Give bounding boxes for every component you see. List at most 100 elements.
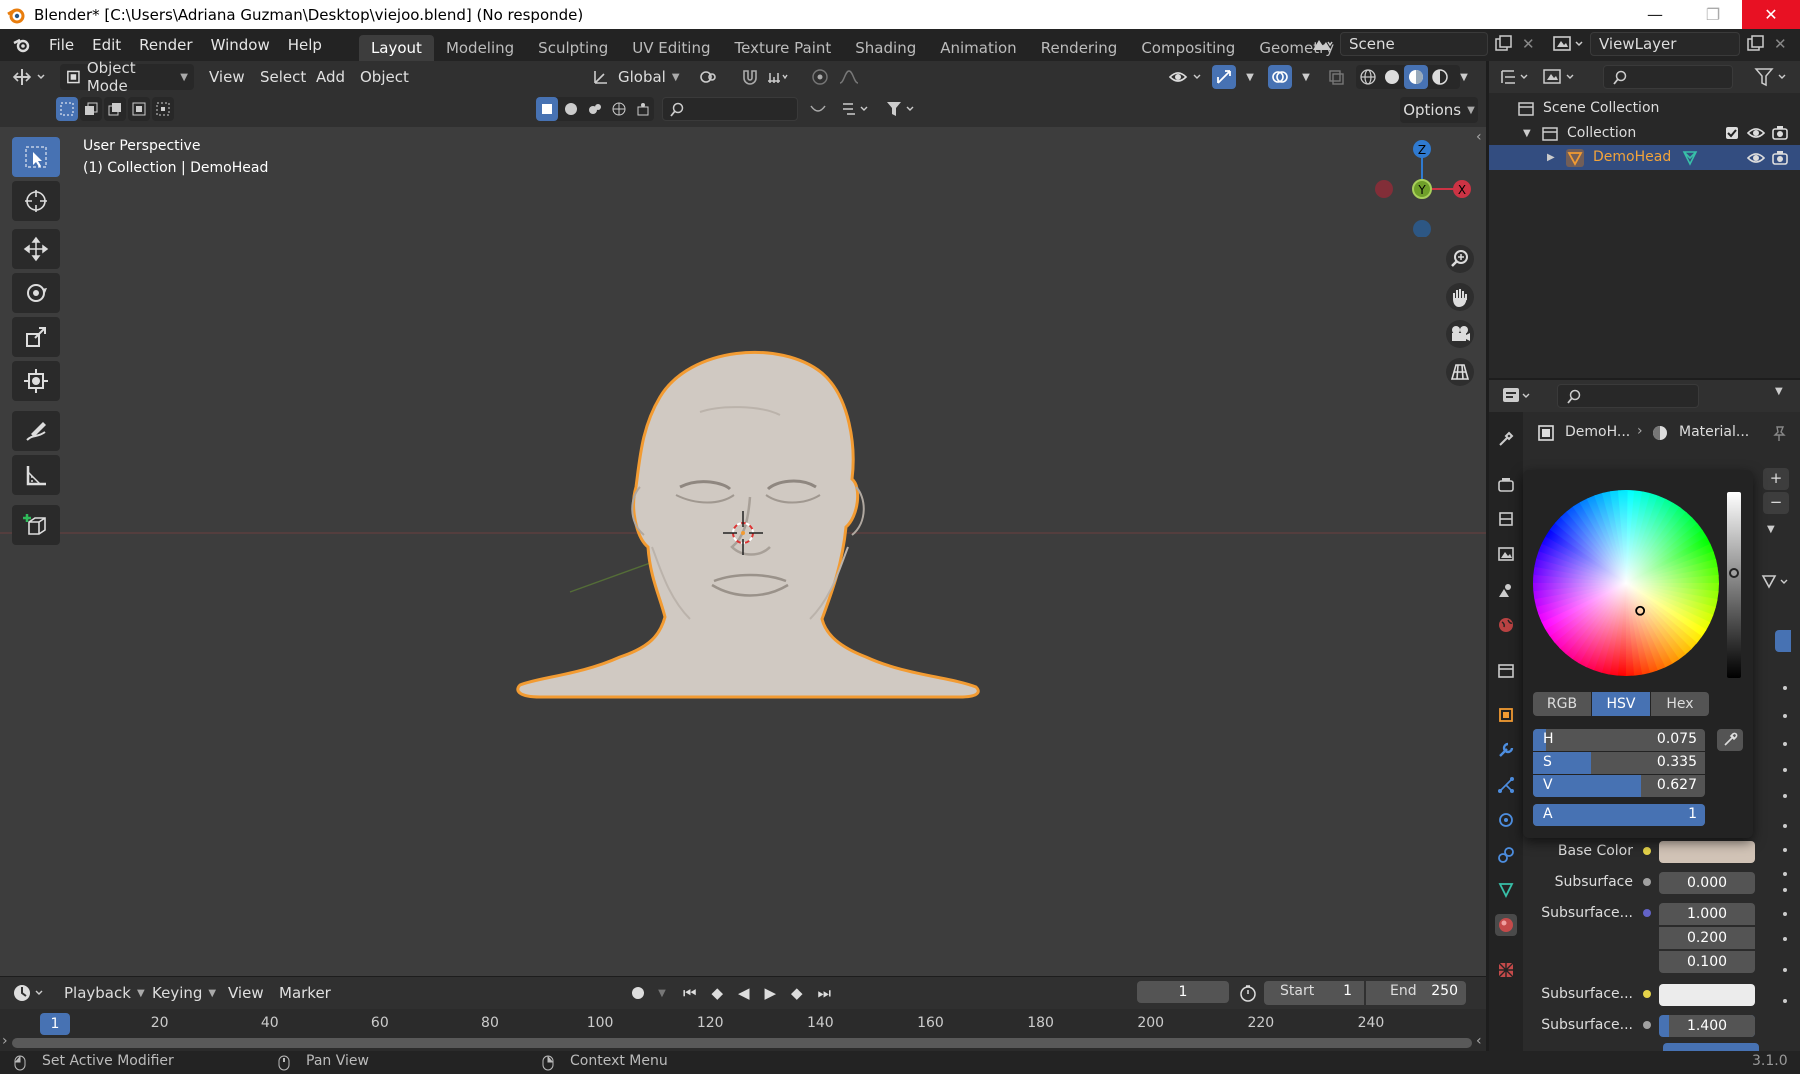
- wireframe-shading-icon[interactable]: [1356, 65, 1380, 89]
- shading-dropdown-icon[interactable]: ▼: [1452, 65, 1476, 89]
- outliner-row-scene-collection[interactable]: Scene Collection: [1489, 96, 1800, 121]
- auto-keying-icon[interactable]: [626, 981, 650, 1005]
- eye-icon[interactable]: [1747, 151, 1765, 165]
- subsurface-radius-z-field[interactable]: 0.100: [1659, 951, 1755, 973]
- camera-render-icon[interactable]: [1771, 125, 1789, 141]
- annotate-tool[interactable]: [12, 411, 60, 451]
- subsurface-field[interactable]: 0.000: [1659, 872, 1755, 894]
- proportional-editing-icon[interactable]: [808, 65, 832, 89]
- minimize-button[interactable]: —: [1626, 0, 1684, 29]
- editor-type-icon[interactable]: [10, 65, 52, 89]
- physics-tab-icon[interactable]: [1495, 809, 1517, 831]
- mode-dropdown[interactable]: Object Mode ▼: [60, 59, 194, 95]
- cursor-tool[interactable]: [12, 181, 60, 221]
- hex-mode-tab[interactable]: Hex: [1651, 692, 1709, 716]
- tab-animation[interactable]: Animation: [928, 35, 1028, 61]
- tab-uv-editing[interactable]: UV Editing: [620, 35, 722, 61]
- play-reverse-icon[interactable]: ◀: [738, 984, 750, 1002]
- select-box-tool[interactable]: [12, 137, 60, 177]
- view-layer-icon[interactable]: [1552, 34, 1588, 56]
- modifier-wrench-icon[interactable]: [1495, 739, 1517, 761]
- restore-button[interactable]: ❐: [1684, 0, 1742, 29]
- node-link-icon[interactable]: [1761, 572, 1791, 592]
- view-layer-tab-icon[interactable]: [1495, 543, 1517, 565]
- outliner-editor-type-icon[interactable]: [1499, 65, 1535, 89]
- new-view-layer-icon[interactable]: [1746, 35, 1766, 57]
- pin-icon[interactable]: [1771, 425, 1787, 441]
- tab-compositing[interactable]: Compositing: [1129, 35, 1247, 61]
- vector-socket-icon[interactable]: [1643, 909, 1651, 917]
- subsurface-radius-y-field[interactable]: 0.200: [1659, 927, 1755, 949]
- timeline-sidebar-toggle-icon[interactable]: ‹: [1476, 1033, 1482, 1049]
- view-layer-field[interactable]: ViewLayer: [1590, 32, 1740, 56]
- timeline-ruler[interactable]: 1 20 40 60 80 100 120 140 160 180 200 220 240 ‹ ›: [0, 1009, 1486, 1051]
- color-socket-icon[interactable]: [1643, 990, 1651, 998]
- exclude-checkbox-icon[interactable]: [1725, 126, 1739, 140]
- tab-modeling[interactable]: Modeling: [434, 35, 526, 61]
- properties-options-chevron-icon[interactable]: ▼: [1775, 386, 1783, 397]
- delete-view-layer-icon[interactable]: ✕: [1774, 35, 1787, 53]
- falloff-icon[interactable]: [838, 65, 862, 89]
- select-extend-icon[interactable]: [80, 97, 102, 121]
- scale-tool[interactable]: [12, 317, 60, 357]
- float-socket-icon[interactable]: [1643, 1021, 1651, 1029]
- color-socket-icon[interactable]: [1643, 847, 1651, 855]
- tab-sculpting[interactable]: Sculpting: [526, 35, 620, 61]
- zoom-icon[interactable]: [1446, 245, 1474, 273]
- pan-hand-icon[interactable]: [1446, 283, 1474, 311]
- camera-view-icon[interactable]: [1446, 320, 1474, 348]
- timeline-menu-marker[interactable]: Marker: [279, 980, 331, 1006]
- base-color-swatch[interactable]: [1659, 841, 1755, 863]
- select-sphere-icon[interactable]: [560, 97, 582, 121]
- current-frame-field[interactable]: 1: [1137, 981, 1229, 1003]
- rotate-tool[interactable]: [12, 273, 60, 313]
- remove-slot-button[interactable]: −: [1763, 492, 1789, 514]
- select-intersect-icon[interactable]: [152, 97, 174, 121]
- timeline-menu-playback[interactable]: Playback ▼: [58, 980, 151, 1006]
- material-preview-shading-icon[interactable]: [1404, 65, 1428, 89]
- particles-tab-icon[interactable]: [1495, 774, 1517, 796]
- timeline-menu-view[interactable]: View: [228, 980, 264, 1006]
- select-person-icon[interactable]: [632, 97, 654, 121]
- timeline-menu-keying[interactable]: Keying ▼: [146, 980, 222, 1006]
- outliner-search-input[interactable]: [1603, 65, 1733, 89]
- outliner-row-demohead[interactable]: ▶ DemoHead: [1489, 145, 1800, 170]
- select-invert-icon[interactable]: [128, 97, 150, 121]
- add-slot-button[interactable]: +: [1763, 468, 1789, 490]
- gizmo-dropdown-icon[interactable]: ▼: [1238, 65, 1262, 89]
- float-socket-icon[interactable]: [1643, 878, 1651, 886]
- select-new-icon[interactable]: [56, 97, 78, 121]
- move-tool[interactable]: [12, 229, 60, 269]
- sidebar-toggle-icon[interactable]: ‹: [1476, 129, 1482, 145]
- solid-shading-icon[interactable]: [1380, 65, 1404, 89]
- texture-tab-icon[interactable]: [1495, 959, 1517, 981]
- value-slider[interactable]: [1727, 492, 1741, 678]
- jump-end-icon[interactable]: ⏭: [817, 984, 831, 1002]
- tab-rendering[interactable]: Rendering: [1029, 35, 1130, 61]
- viewport-menu-object[interactable]: Object: [360, 64, 409, 90]
- add-cube-tool[interactable]: [12, 505, 60, 545]
- surface-type-field[interactable]: [1775, 630, 1791, 652]
- object-tab-icon[interactable]: [1495, 704, 1517, 726]
- mesh-data-tab-icon[interactable]: [1495, 879, 1517, 901]
- tab-shading[interactable]: Shading: [843, 35, 928, 61]
- world-tab-icon[interactable]: [1495, 614, 1517, 636]
- delete-scene-icon[interactable]: ✕: [1522, 35, 1535, 53]
- constraints-tab-icon[interactable]: [1495, 844, 1517, 866]
- start-frame-field[interactable]: Start 1: [1264, 981, 1364, 1005]
- output-tab-icon[interactable]: [1495, 508, 1517, 530]
- scene-name-field[interactable]: Scene: [1340, 32, 1488, 56]
- select-cluster-icon[interactable]: [584, 97, 606, 121]
- subsurface-radius-x-field[interactable]: 1.000: [1659, 903, 1755, 925]
- transform-orientation-dropdown[interactable]: Global ▼: [586, 64, 686, 90]
- expand-arrow-icon[interactable]: ▶: [1547, 145, 1555, 170]
- timeline-editor-type-icon[interactable]: [10, 981, 52, 1005]
- options-dropdown[interactable]: Options ▼: [1400, 97, 1478, 123]
- menu-edit[interactable]: Edit: [83, 29, 130, 61]
- measure-tool[interactable]: [12, 455, 60, 495]
- viewport-menu-add[interactable]: Add: [316, 64, 345, 90]
- show-gizmo-icon[interactable]: [1212, 65, 1236, 89]
- prev-keyframe-icon[interactable]: ◆: [711, 984, 723, 1002]
- subsurface-color-swatch[interactable]: [1659, 984, 1755, 1006]
- collapse-arrow-icon[interactable]: ▼: [1523, 121, 1531, 146]
